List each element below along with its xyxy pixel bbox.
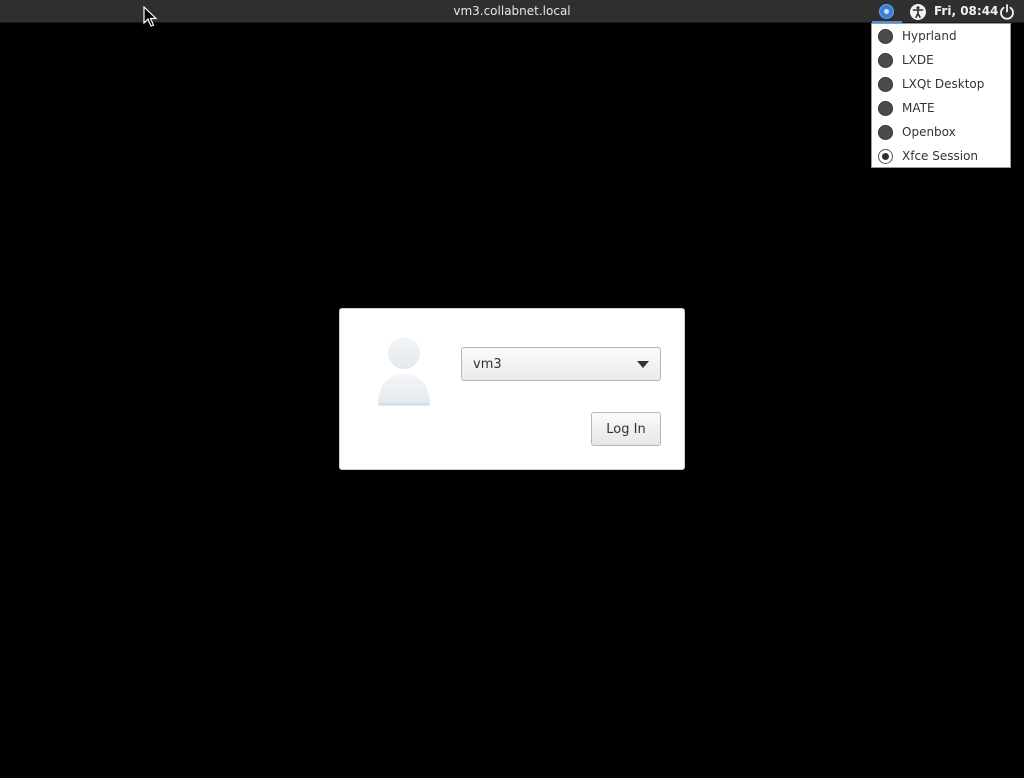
session-item-hyprland[interactable]: Hyprland (872, 24, 1010, 48)
radio-icon (878, 76, 893, 92)
session-item-label: MATE (902, 101, 935, 115)
session-item-mate[interactable]: MATE (872, 96, 1010, 120)
power-icon[interactable] (998, 3, 1016, 21)
session-item-xfce-session[interactable]: Xfce Session (872, 144, 1010, 168)
session-menu: Hyprland LXDE LXQt Desktop MATE Openbox … (871, 23, 1011, 168)
session-item-openbox[interactable]: Openbox (872, 120, 1010, 144)
radio-icon (878, 100, 893, 116)
radio-icon (878, 52, 893, 68)
user-select[interactable]: vm3 (461, 347, 661, 381)
session-badge (879, 4, 894, 19)
session-item-label: Xfce Session (902, 149, 979, 163)
accessibility-icon[interactable] (909, 3, 927, 21)
mouse-cursor-icon (143, 6, 157, 27)
radio-icon (878, 124, 893, 140)
selected-user-label: vm3 (473, 356, 502, 372)
radio-icon (878, 28, 893, 44)
session-item-label: LXQt Desktop (902, 77, 985, 91)
clock[interactable]: Fri, 08:44 (934, 3, 998, 19)
login-dialog: vm3 Log In (339, 308, 685, 470)
login-screen: vm3.collabnet.local Fri, 08:44 Hyprland … (0, 0, 1024, 778)
session-item-label: Hyprland (902, 29, 957, 43)
user-avatar-icon (378, 337, 430, 406)
login-button[interactable]: Log In (591, 412, 661, 446)
session-item-lxde[interactable]: LXDE (872, 48, 1010, 72)
session-item-label: Openbox (902, 125, 956, 139)
session-item-lxqt-desktop[interactable]: LXQt Desktop (872, 72, 1010, 96)
session-indicator-icon[interactable] (871, 0, 903, 23)
chevron-down-icon (637, 361, 649, 368)
radio-checked-icon (878, 148, 893, 164)
session-item-label: LXDE (902, 53, 934, 67)
